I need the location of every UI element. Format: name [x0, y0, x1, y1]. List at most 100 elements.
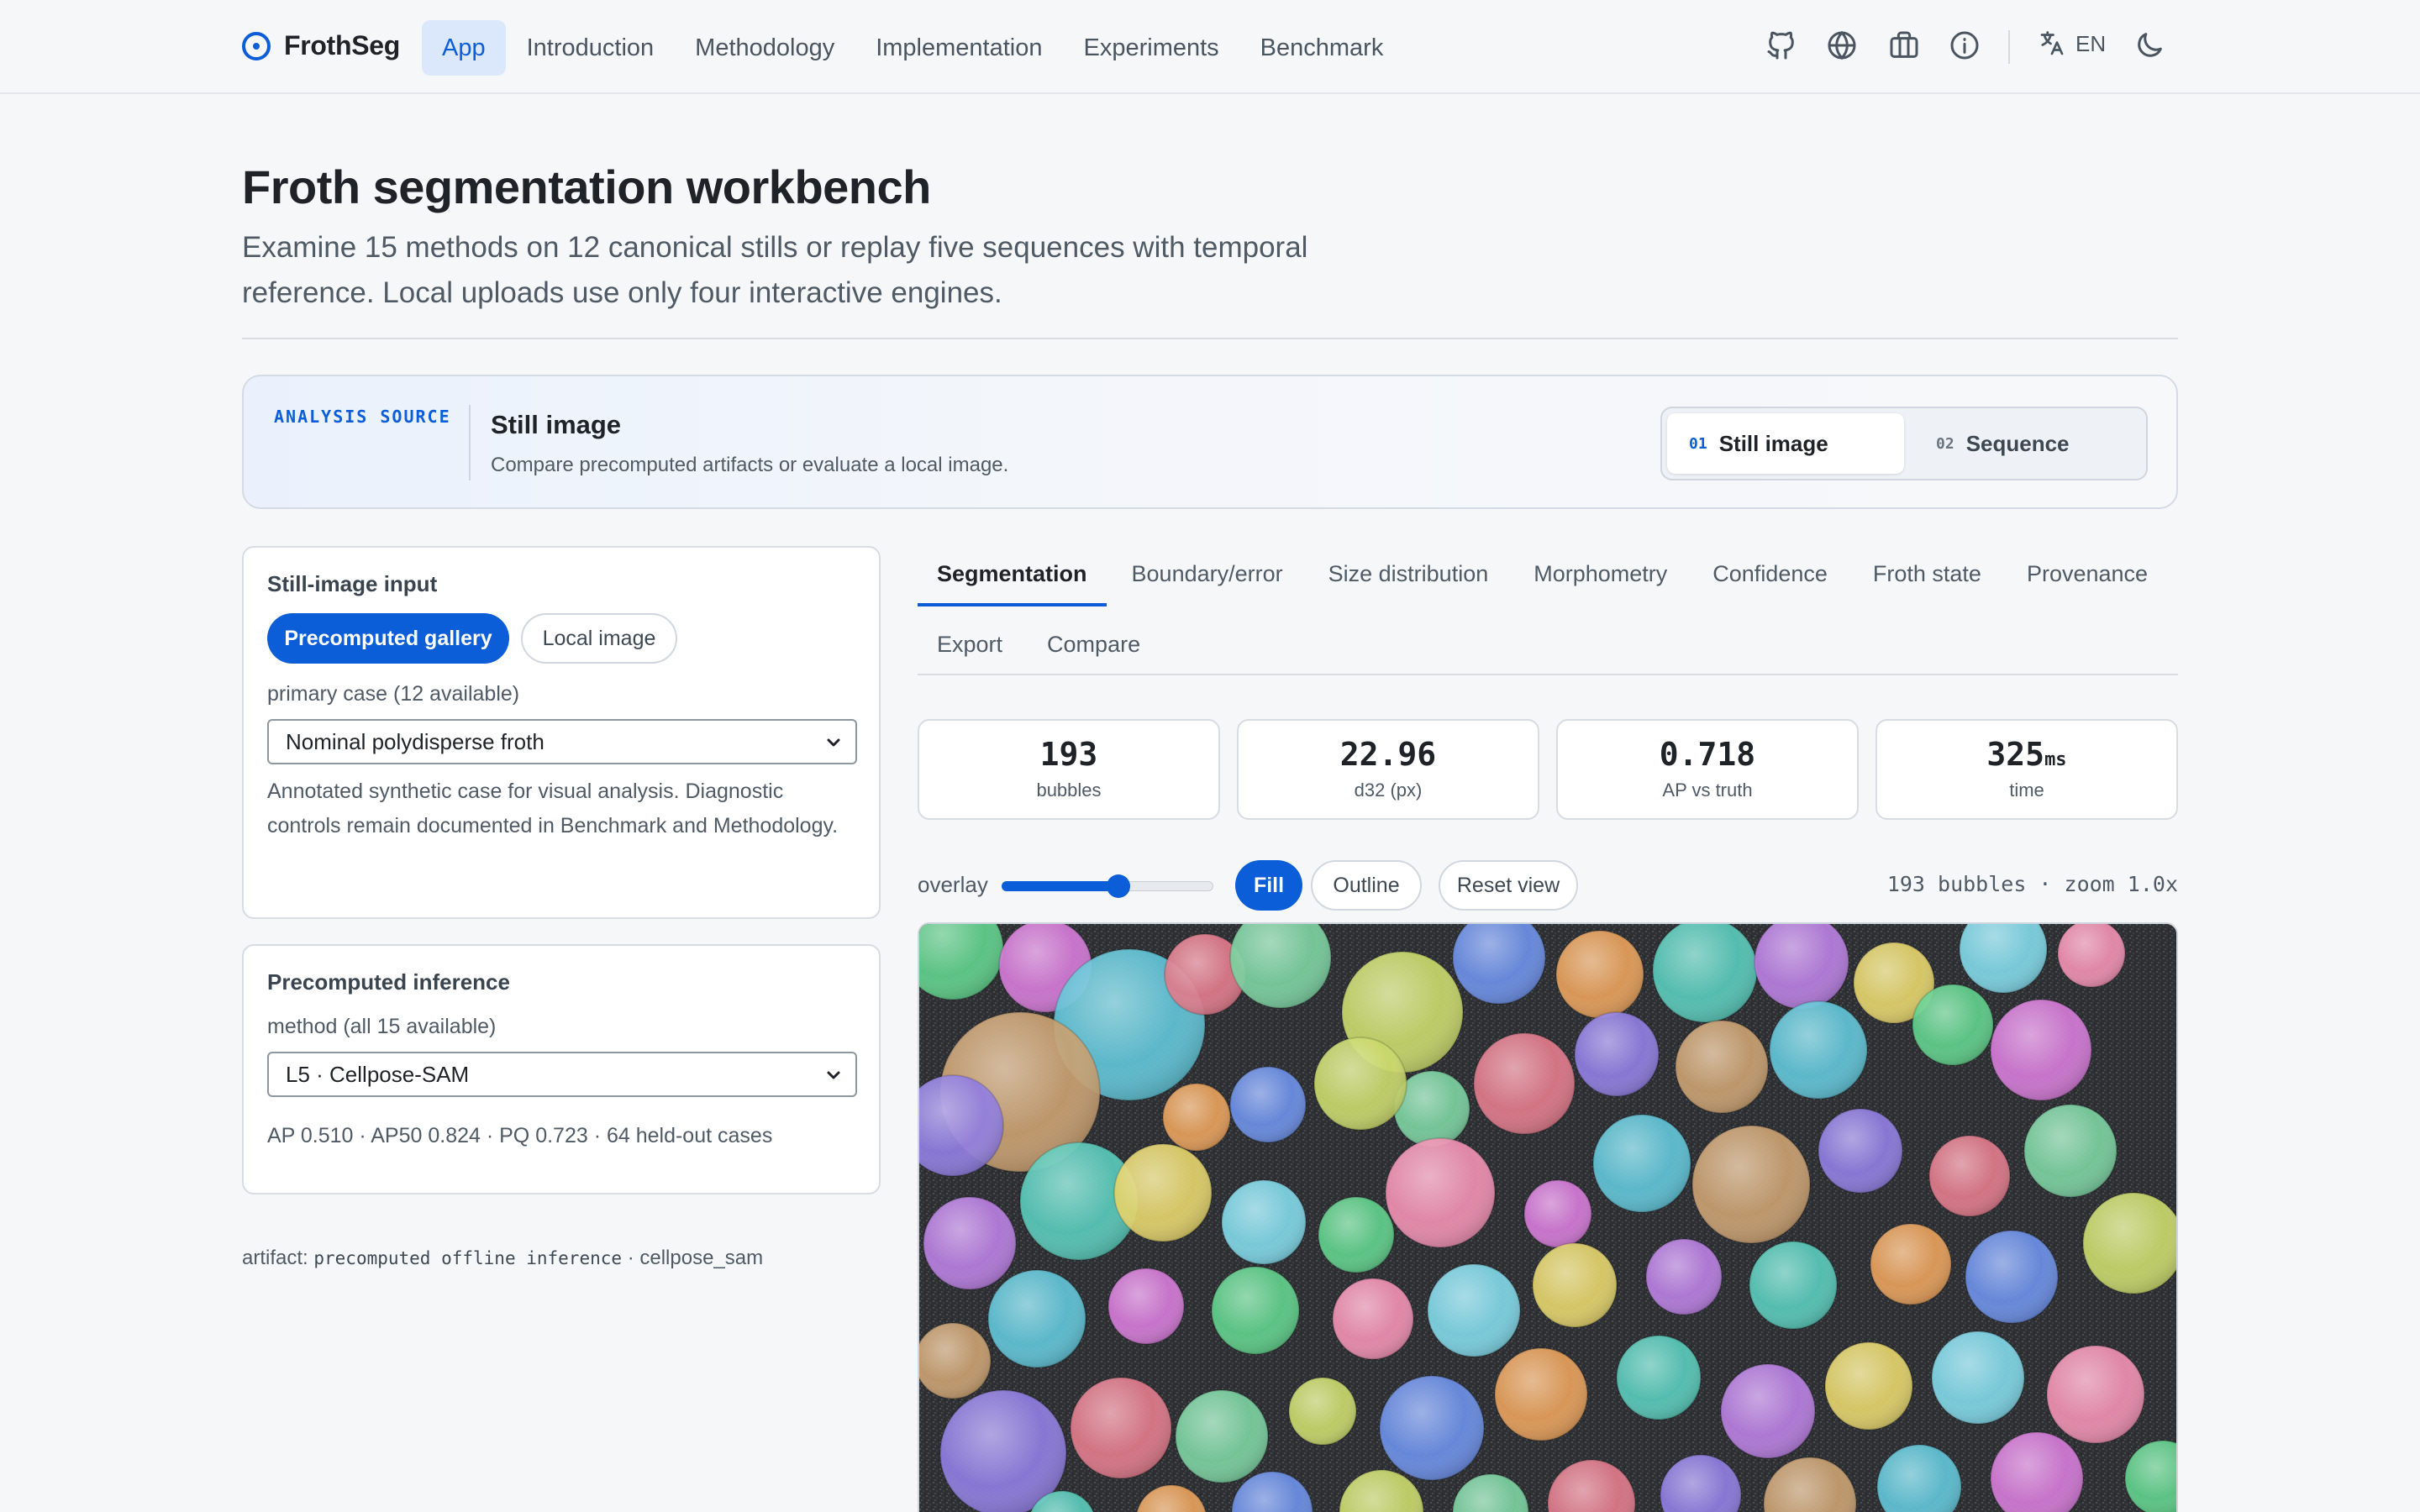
bubble-shading: [1071, 1378, 1171, 1478]
metric-card-bubbles: 193 bubbles: [918, 719, 1220, 820]
language-switcher[interactable]: EN: [2037, 29, 2106, 59]
metric-card-d32: 22.96 d32 (px): [1237, 719, 1539, 820]
bubble-shading: [1176, 1390, 1268, 1483]
bubble-shading: [1676, 1021, 1768, 1113]
overlay-label: overlay: [918, 872, 988, 897]
tabs-divider: [918, 674, 2178, 675]
globe-icon[interactable]: [1825, 29, 1859, 62]
bubble-shading: [1593, 1115, 1691, 1212]
bubble-shading: [1386, 1138, 1495, 1247]
brand[interactable]: FrothSeg: [242, 30, 400, 61]
chevron-down-icon: [827, 738, 840, 747]
outline-mode-button[interactable]: Outline: [1311, 860, 1422, 911]
nav-link-methodology[interactable]: Methodology: [675, 20, 855, 76]
analysis-source-card: ANALYSIS SOURCE Still image Compare prec…: [242, 375, 2178, 509]
panel-title: Precomputed inference: [267, 969, 510, 995]
bubble-shading: [1825, 1342, 1912, 1430]
overlay-opacity-slider[interactable]: [1002, 874, 1213, 898]
translate-icon: [2040, 31, 2064, 55]
nav-link-benchmark[interactable]: Benchmark: [1240, 20, 1404, 76]
segmentation-viewer[interactable]: [918, 922, 2178, 1512]
tab-size-distribution[interactable]: Size distribution: [1308, 554, 1514, 606]
bubble-shading: [1230, 1067, 1306, 1142]
tab-froth-state[interactable]: Froth state: [1851, 554, 2005, 606]
tab-provenance[interactable]: Provenance: [2005, 554, 2148, 606]
option-number: 02: [1936, 434, 1954, 453]
bubble-shading: [1770, 1001, 1867, 1099]
metric-label: d32 (px): [1354, 780, 1423, 801]
section-divider: [242, 338, 2178, 339]
source-option-still-image[interactable]: 01 Still image: [1667, 413, 1904, 474]
metric-number: 22.96: [1339, 736, 1437, 773]
tab-boundary-error[interactable]: Boundary/error: [1107, 554, 1308, 606]
bubble-shading: [1929, 1136, 2010, 1216]
nav-links: App Introduction Methodology Implementat…: [422, 20, 1404, 76]
slider-thumb[interactable]: [1106, 874, 1130, 898]
bubble-shading: [1912, 984, 1993, 1065]
bubble-shading: [1163, 1084, 1230, 1151]
analysis-source-kicker: ANALYSIS SOURCE: [274, 407, 451, 427]
bubble-shading: [923, 1197, 1016, 1289]
artifact-prefix: artifact:: [242, 1247, 308, 1269]
bubble-shading: [1575, 1012, 1659, 1096]
bubble-shading: [1318, 1197, 1394, 1273]
metric-card-ap: 0.718 AP vs truth: [1556, 719, 1859, 820]
fill-mode-button[interactable]: Fill: [1235, 860, 1302, 911]
method-field-label: method (all 15 available): [267, 1015, 497, 1038]
method-select[interactable]: L5 · Cellpose-SAM: [267, 1052, 857, 1097]
bubble-shading: [1314, 1037, 1407, 1130]
tab-export[interactable]: Export: [918, 625, 1022, 677]
panel-title: Still-image input: [267, 571, 438, 596]
bubble-shading: [1212, 1267, 1299, 1354]
bubble-shading: [1289, 1378, 1356, 1445]
case-help-text: Annotated synthetic case for visual anal…: [267, 780, 839, 837]
bubble-shading: [1818, 1109, 1902, 1193]
info-icon[interactable]: [1948, 29, 1981, 62]
nav-link-experiments[interactable]: Experiments: [1064, 20, 1239, 76]
github-icon[interactable]: [1765, 29, 1798, 62]
bubble-shading: [1991, 1000, 2091, 1100]
metric-number: 325: [1986, 736, 2045, 773]
bubble-shading: [1495, 1348, 1587, 1441]
slider-fill: [1002, 881, 1118, 891]
briefcase-icon[interactable]: [1887, 29, 1921, 62]
metric-value: 325ms: [1877, 736, 2176, 773]
top-navigation: FrothSeg App Introduction Methodology Im…: [0, 0, 2420, 94]
target-icon: [242, 31, 271, 60]
tab-segmentation[interactable]: Segmentation: [918, 554, 1107, 606]
artifact-code: precomputed offline inference: [313, 1248, 623, 1268]
source-description: Compare precomputed artifacts or evaluat…: [491, 454, 1009, 476]
case-select[interactable]: Nominal polydisperse froth: [267, 719, 857, 764]
moon-icon[interactable]: [2133, 29, 2166, 62]
bubble-shading: [1474, 1033, 1575, 1134]
bubble-shading: [1524, 1180, 1591, 1247]
language-code: EN: [2075, 30, 2107, 56]
source-toggle: 01 Still image 02 Sequence: [1660, 407, 2148, 480]
bubble-shading: [1108, 1268, 1184, 1344]
tab-compare[interactable]: Compare: [1022, 625, 1160, 677]
bubble-shading: [1721, 1364, 1815, 1458]
nav-divider: [2008, 30, 2010, 64]
case-field-label: primary case (12 available): [267, 682, 520, 706]
case-select-value: Nominal polydisperse froth: [286, 728, 544, 754]
bubble-shading: [1965, 1231, 2058, 1323]
bubble-shading: [1870, 1224, 1951, 1305]
nav-link-app[interactable]: App: [422, 20, 506, 76]
reset-view-button[interactable]: Reset view: [1439, 860, 1578, 911]
bubble-shading: [1380, 1376, 1484, 1480]
bubble-shading: [1692, 1126, 1810, 1243]
tab-confidence[interactable]: Confidence: [1691, 554, 1851, 606]
precomputed-gallery-button[interactable]: Precomputed gallery: [267, 613, 509, 664]
nav-link-implementation[interactable]: Implementation: [855, 20, 1062, 76]
brand-name: FrothSeg: [284, 30, 401, 60]
local-image-button[interactable]: Local image: [521, 613, 677, 664]
tab-morphometry[interactable]: Morphometry: [1513, 554, 1691, 606]
still-image-input-panel: Still-image input Precomputed gallery Lo…: [242, 546, 881, 919]
nav-link-introduction[interactable]: Introduction: [507, 20, 675, 76]
source-option-sequence[interactable]: 02 Sequence: [1914, 413, 2143, 474]
bubble-shading: [2047, 1346, 2144, 1443]
bubble-shading: [1222, 1180, 1306, 1264]
bubble-shading: [1333, 1278, 1413, 1359]
page-title: Froth segmentation workbench: [242, 160, 931, 213]
bubble-shading: [1556, 931, 1644, 1018]
